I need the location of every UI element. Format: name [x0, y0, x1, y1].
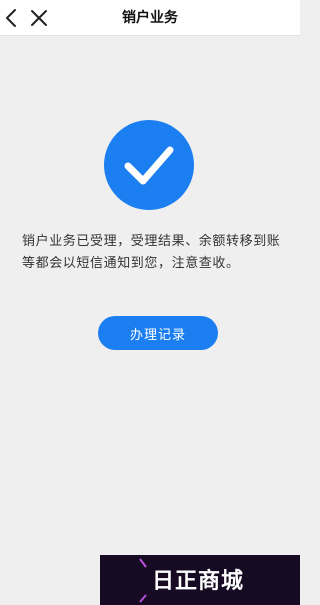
watermark-logo: 日正商城	[100, 555, 300, 605]
watermark-logo-graphic: 日正商城	[136, 558, 244, 603]
close-icon[interactable]	[27, 6, 51, 30]
checkmark-circle-icon	[104, 120, 194, 210]
back-arrow-icon[interactable]	[2, 6, 22, 30]
result-message: 销户业务已受理，受理结果、余额转移到账等都会以短信通知到您，注意查收。	[22, 234, 281, 271]
svg-text:日正商城: 日正商城	[152, 568, 244, 594]
navigation-bar: 销户业务	[0, 0, 300, 36]
records-button[interactable]: 办理记录	[98, 316, 218, 350]
